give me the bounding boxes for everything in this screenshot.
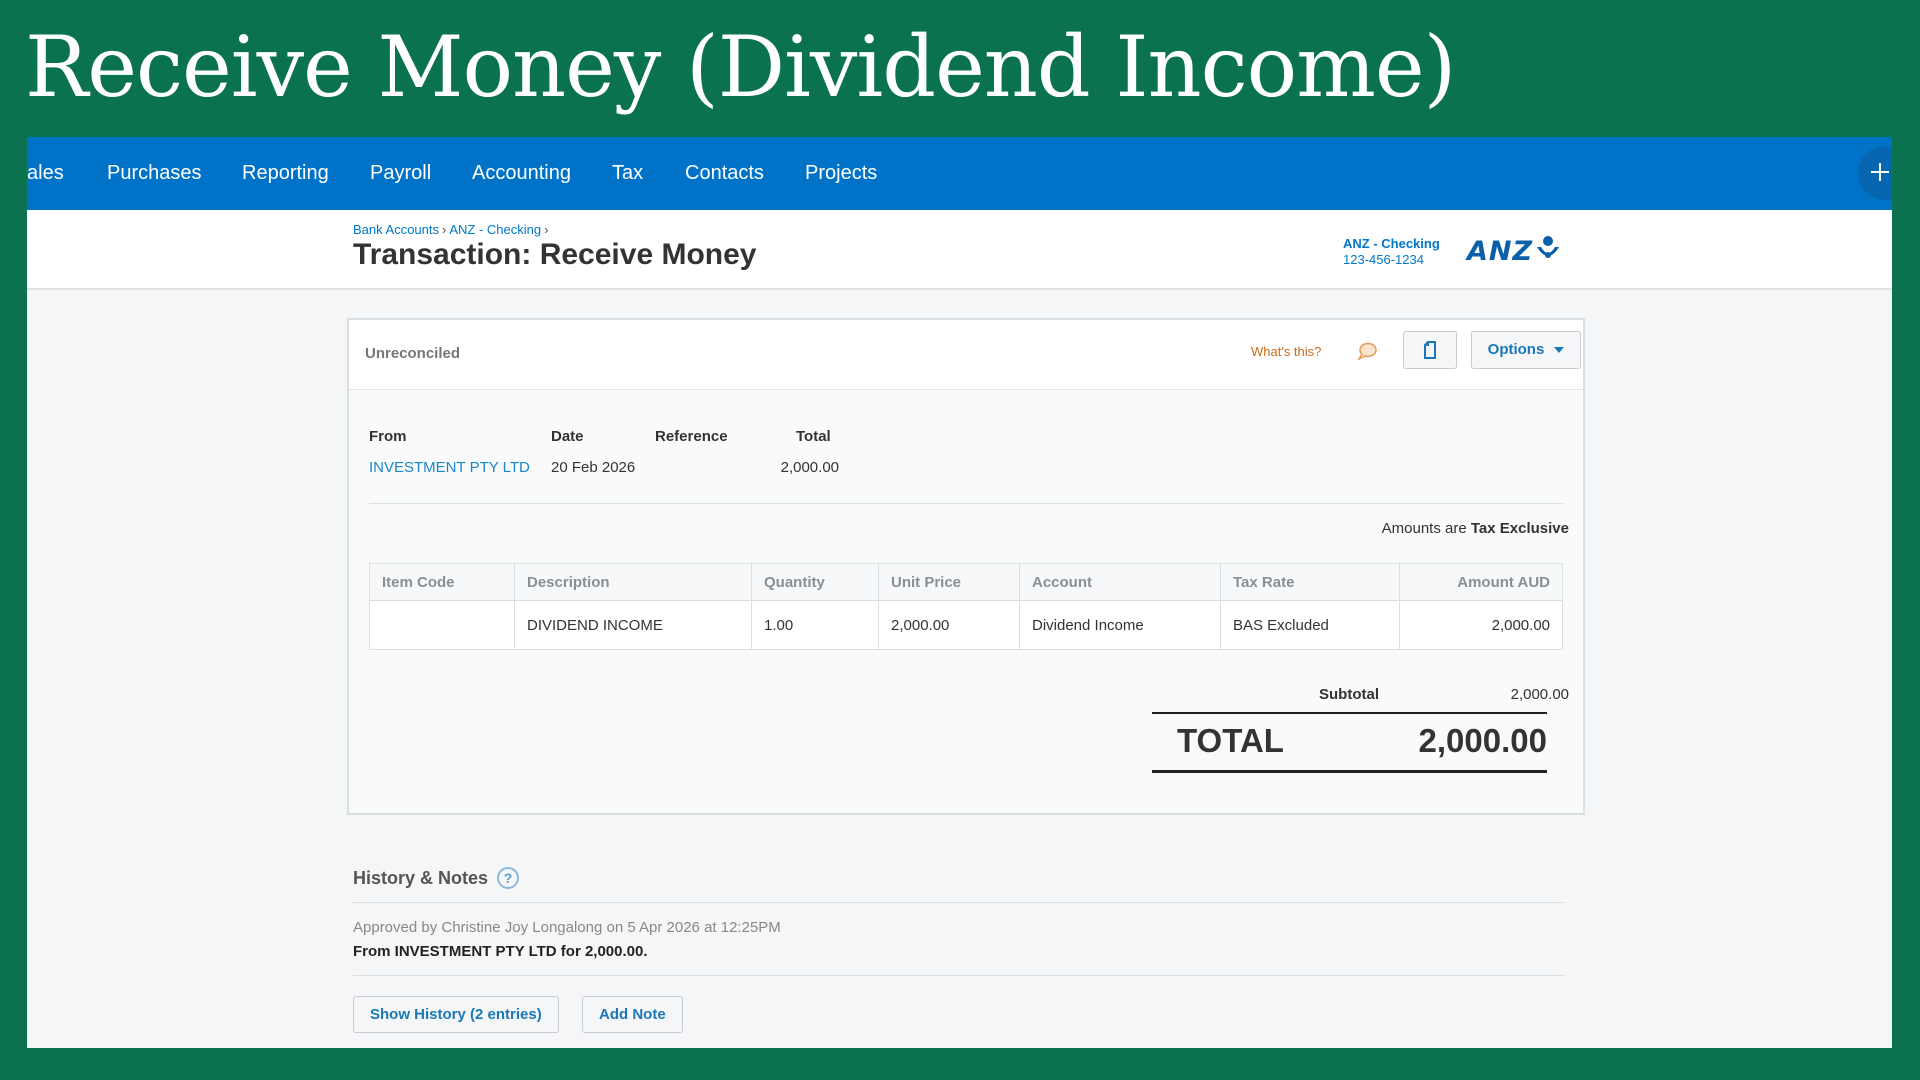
page-title: Transaction: Receive Money: [353, 238, 757, 271]
bank-account-name: ANZ - Checking: [1343, 236, 1440, 251]
col-description: Description: [514, 563, 752, 601]
reference-label: Reference: [655, 428, 728, 445]
copy-button[interactable]: [1403, 331, 1457, 369]
history-divider-bottom: [353, 975, 1565, 976]
header-divider: [369, 503, 1563, 504]
app-screen: ales Purchases Reporting Payroll Account…: [27, 137, 1892, 1048]
col-account: Account: [1019, 563, 1221, 601]
anz-logo-text: ANZ: [1467, 235, 1534, 267]
amounts-prefix: Amounts are: [1381, 520, 1467, 537]
cell-item-code: [369, 600, 515, 650]
anz-people-icon: [1537, 236, 1560, 258]
total-label: Total: [796, 428, 831, 445]
show-history-button[interactable]: Show History (2 entries): [353, 996, 559, 1033]
history-approval-entry: Approved by Christine Joy Longalong on 5…: [353, 919, 781, 936]
nav-item-tax[interactable]: Tax: [612, 137, 643, 210]
line-items-table: Item Code Description Quantity Unit Pric…: [369, 563, 1563, 650]
breadcrumb-separator: ›: [442, 222, 447, 237]
from-contact-link[interactable]: INVESTMENT PTY LTD: [369, 459, 530, 476]
date-label: Date: [551, 428, 584, 445]
plus-icon[interactable]: [1858, 146, 1892, 200]
amounts-tax-note: Amounts are Tax Exclusive: [1349, 520, 1569, 537]
cell-account: Dividend Income: [1019, 600, 1221, 650]
nav-item-projects[interactable]: Projects: [805, 137, 877, 210]
bank-account-number: 123-456-1234: [1343, 252, 1424, 267]
from-label: From: [369, 428, 407, 445]
options-label: Options: [1487, 341, 1545, 358]
amounts-mode: Tax Exclusive: [1470, 520, 1569, 537]
total-rule-bottom: [1152, 770, 1547, 773]
nav-item-reporting[interactable]: Reporting: [242, 137, 329, 210]
cell-tax-rate: BAS Excluded: [1220, 600, 1400, 650]
history-divider-top: [353, 902, 1565, 903]
history-notes-title: History & Notes: [353, 868, 489, 888]
nav-item-contacts[interactable]: Contacts: [685, 137, 764, 210]
col-amount-aud: Amount AUD: [1399, 563, 1563, 601]
history-detail-entry: From INVESTMENT PTY LTD for 2,000.00.: [353, 943, 648, 960]
copy-icon: [1424, 341, 1436, 359]
speech-bubble-icon[interactable]: [1357, 342, 1377, 360]
panel-header: Unreconciled What's this? Options: [349, 320, 1583, 390]
cell-amount-aud: 2,000.00: [1399, 600, 1563, 650]
help-icon[interactable]: ?: [497, 867, 519, 889]
breadcrumb: Bank Accounts › ANZ - Checking ›: [353, 222, 551, 237]
grand-total-label: TOTAL: [1177, 722, 1284, 759]
whats-this-link[interactable]: What's this?: [1251, 344, 1321, 359]
reconcile-status: Unreconciled: [365, 345, 461, 362]
breadcrumb-anz-checking[interactable]: ANZ - Checking: [449, 222, 541, 237]
col-quantity: Quantity: [751, 563, 879, 601]
table-header-row: Item Code Description Quantity Unit Pric…: [369, 563, 1563, 601]
nav-item-purchases[interactable]: Purchases: [107, 137, 202, 210]
page-header: Bank Accounts › ANZ - Checking › Transactio…: [27, 210, 1892, 290]
subtotal-label: Subtotal: [1319, 686, 1379, 703]
top-navigation: ales Purchases Reporting Payroll Account…: [27, 137, 1892, 210]
anz-logo: ANZ: [1467, 234, 1563, 268]
cell-description: DIVIDEND INCOME: [514, 600, 752, 650]
col-unit-price: Unit Price: [878, 563, 1020, 601]
total-rule-top: [1152, 712, 1547, 714]
nav-item-sales[interactable]: ales: [27, 137, 64, 210]
slide-title: Receive Money (Dividend Income): [25, 18, 1456, 116]
subtotal-value: 2,000.00: [1510, 686, 1569, 703]
total-value: 2,000.00: [780, 459, 839, 476]
transaction-panel: Unreconciled What's this? Options From D…: [347, 318, 1585, 815]
breadcrumb-bank-accounts[interactable]: Bank Accounts: [353, 222, 439, 237]
caret-down-icon: [1554, 347, 1565, 354]
grand-total-value: 2,000.00: [1418, 722, 1547, 759]
cell-quantity: 1.00: [751, 600, 879, 650]
date-value: 20 Feb 2026: [551, 459, 636, 476]
col-item-code: Item Code: [369, 563, 515, 601]
nav-item-accounting[interactable]: Accounting: [472, 137, 571, 210]
options-button[interactable]: Options: [1471, 331, 1581, 369]
breadcrumb-separator: ›: [544, 222, 549, 237]
nav-item-payroll[interactable]: Payroll: [370, 137, 431, 210]
table-row: DIVIDEND INCOME 1.00 2,000.00 Dividend I…: [369, 600, 1563, 650]
add-note-button[interactable]: Add Note: [582, 996, 683, 1033]
cell-unit-price: 2,000.00: [878, 600, 1020, 650]
col-tax-rate: Tax Rate: [1220, 563, 1400, 601]
